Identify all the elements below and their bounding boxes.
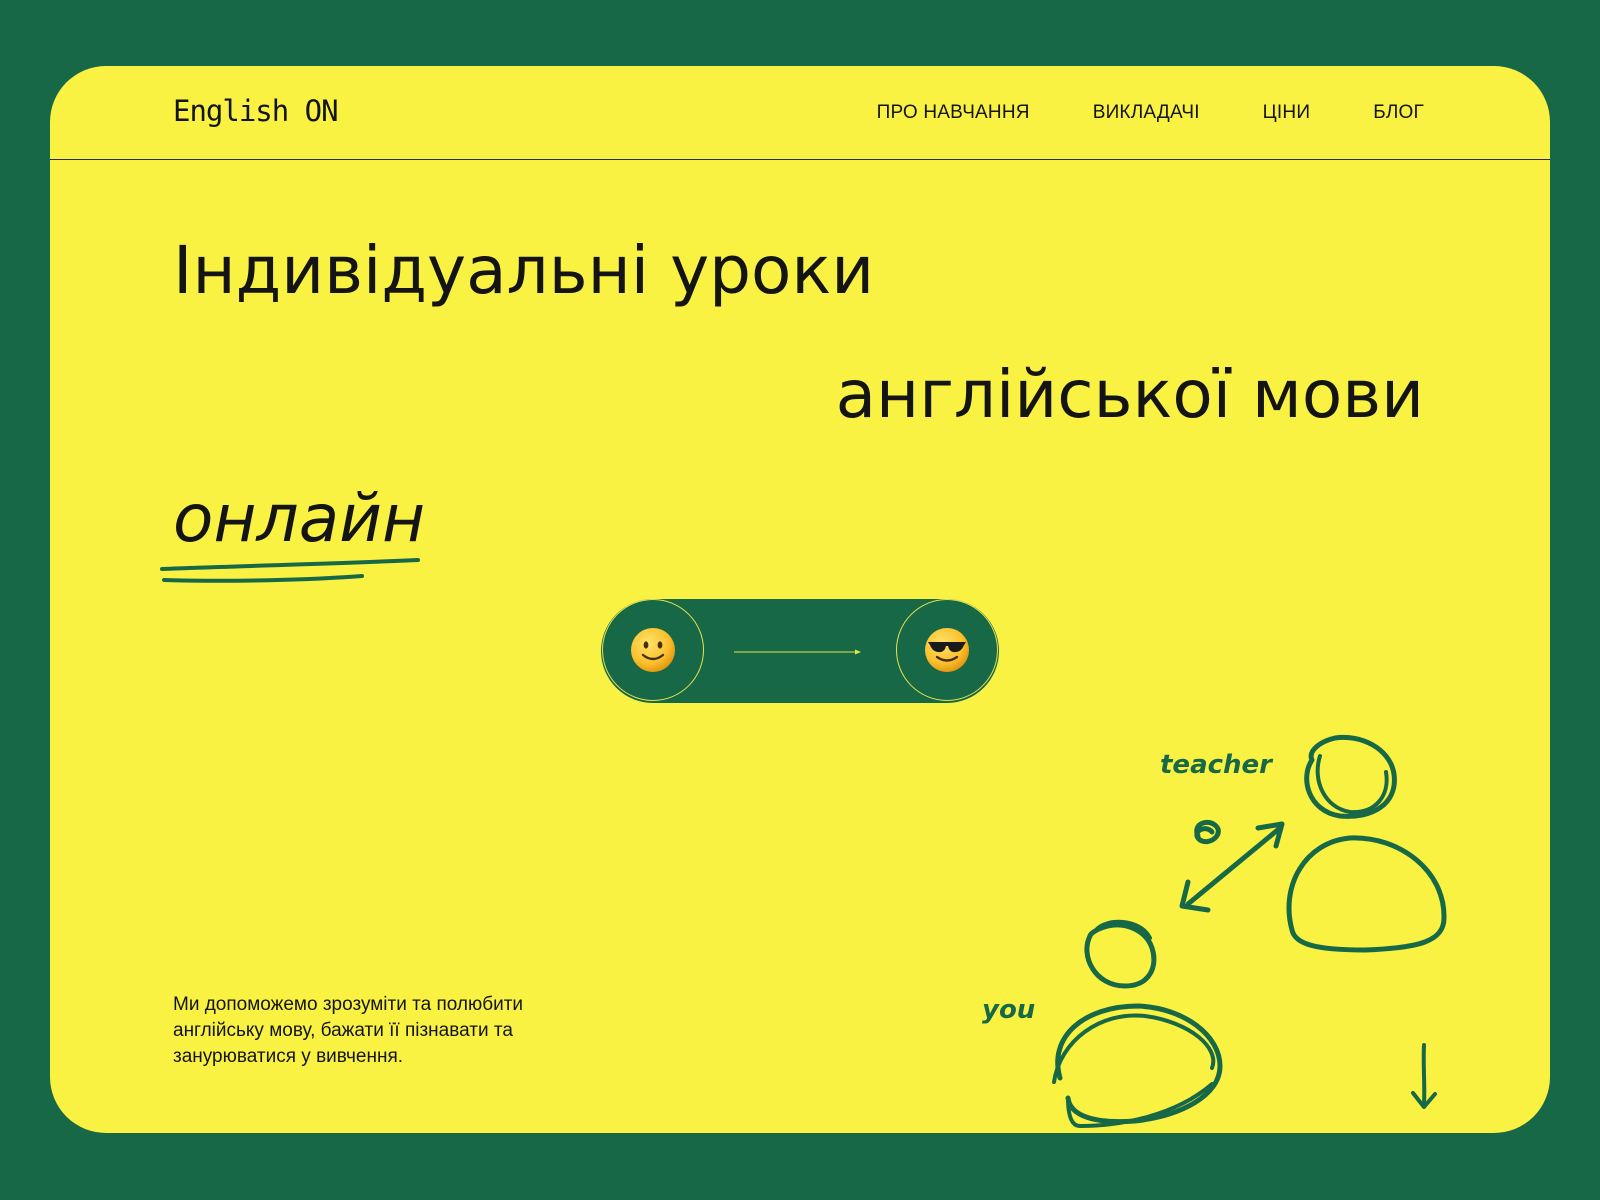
- hero-card: English ON ПРО НАВЧАННЯ ВИКЛАДАЧІ ЦІНИ Б…: [50, 66, 1550, 1133]
- hero-title-line-1: Індивідуальні уроки: [173, 232, 875, 309]
- toggle-start-circle: [602, 599, 704, 701]
- scroll-down-arrow-icon[interactable]: [1406, 1041, 1442, 1113]
- nav-item-prices[interactable]: ЦІНИ: [1263, 102, 1311, 124]
- nav-item-about[interactable]: ПРО НАВЧАННЯ: [877, 102, 1030, 124]
- teacher-label: teacher: [1160, 750, 1274, 780]
- hero-description: Ми допоможемо зрозуміти та полюбити англ…: [173, 994, 524, 1067]
- you-label: you: [982, 995, 1035, 1025]
- logo[interactable]: English ON: [173, 94, 339, 128]
- handdrawn-underline: [160, 558, 420, 583]
- header: English ON ПРО НАВЧАННЯ ВИКЛАДАЧІ ЦІНИ Б…: [50, 66, 1550, 160]
- slight-smile-emoji-icon: [631, 628, 675, 672]
- sunglasses-emoji-icon: [925, 628, 969, 672]
- hero-title-line-2: англійської мови: [835, 356, 1424, 433]
- main-nav: ПРО НАВЧАННЯ ВИКЛАДАЧІ ЦІНИ БЛОГ: [877, 102, 1424, 124]
- teacher-student-illustration: teacher you: [982, 734, 1447, 1129]
- hero-title-line-3: онлайн: [173, 480, 426, 557]
- nav-item-teachers[interactable]: ВИКЛАДАЧІ: [1093, 102, 1200, 124]
- nav-item-blog[interactable]: БЛОГ: [1373, 102, 1424, 124]
- toggle-arrow-icon: [734, 649, 861, 655]
